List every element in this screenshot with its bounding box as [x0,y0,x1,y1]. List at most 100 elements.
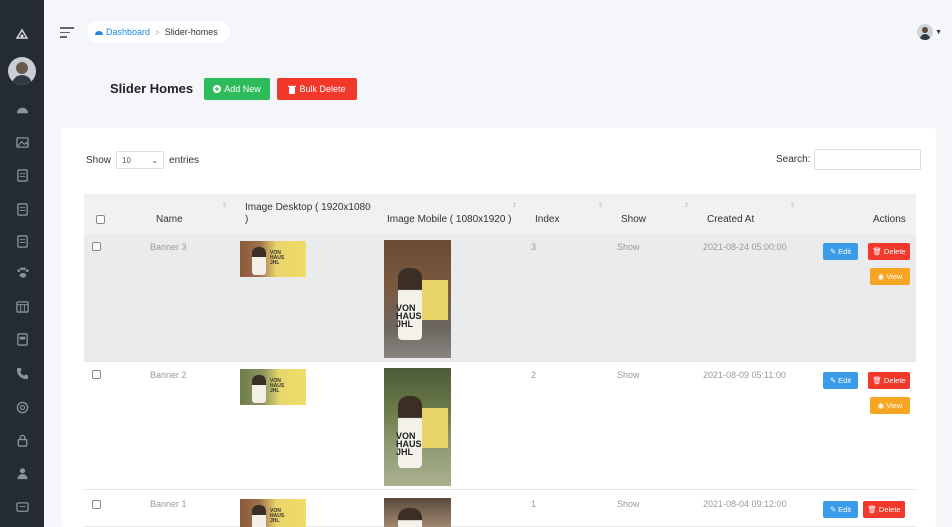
support-icon[interactable] [14,399,30,415]
row-name: Banner 3 [150,242,187,252]
entries-label: entries [169,154,200,166]
delete-button[interactable]: 🗑 Delete [868,243,910,260]
search-label: Search: [776,154,811,165]
row-show: Show [617,499,640,509]
thumb-text: JHL [270,388,280,394]
table-row: Banner 3 VON HAUS JHL VON HAUS JHL 3 Show 20… [84,234,916,362]
table-row: Banner 1 VON HAUS JHL 1 Show 2021-08-04 09… [84,490,916,527]
mobile-image-thumbnail[interactable]: VON HAUS JHL [384,368,451,486]
bulk-delete-button[interactable]: Bulk Delete [277,78,357,100]
select-all-checkbox[interactable] [96,215,105,224]
delete-button[interactable]: 🗑 Delete [868,372,910,389]
edit-icon: ✎ [829,247,837,256]
row-created-at: 2021-08-24 05:00:00 [703,242,787,252]
image-icon[interactable] [14,134,30,150]
view-label: View [886,272,903,281]
column-image-desktop[interactable]: Image Desktop ( 1920x1080 ) [245,202,371,226]
bulk-delete-label: Bulk Delete [299,84,346,94]
entries-value: 10 [122,155,131,165]
breadcrumb-home-link[interactable]: Dashboard [95,27,150,37]
row-checkbox[interactable] [92,242,101,251]
table-row: Banner 2 VON HAUS JHL VON HAUS JHL 2 Show 20… [84,362,916,490]
desktop-image-thumbnail[interactable]: VON HAUS JHL [240,499,306,527]
add-new-button[interactable]: Add New [204,78,270,100]
page-title: Slider Homes [110,81,194,96]
document-icon[interactable] [14,167,30,183]
edit-icon: ✎ [829,376,837,385]
delete-button[interactable]: 🗑 Delete [863,501,905,518]
sort-icon: ⇕ [790,203,796,209]
edit-button[interactable]: ✎ Edit [823,372,858,389]
user-icon[interactable] [14,465,30,481]
file-icon[interactable] [14,331,30,347]
edit-button[interactable]: ✎ Edit [823,243,858,260]
eye-icon: ◉ [877,401,885,410]
desktop-image-thumbnail[interactable]: VON HAUS JHL [240,369,306,405]
column-created-at[interactable]: Created At [707,214,754,226]
search-input[interactable] [814,149,922,170]
edit-button[interactable]: ✎ Edit [823,501,858,518]
row-index: 2 [531,370,537,380]
delete-label: Delete [883,376,906,385]
sidebar-avatar[interactable] [8,57,36,85]
row-name: Banner 1 [150,499,187,509]
message-icon[interactable] [14,499,30,515]
search-box: Search: [776,149,922,170]
entries-select[interactable]: 10 ⌄ [116,151,165,169]
thumb-text: JHL [396,447,414,457]
dashboard-icon[interactable] [14,102,30,118]
trash-icon [288,85,297,94]
thumb-text: JHL [270,260,280,266]
thumb-text: JHL [270,518,280,524]
desktop-image-thumbnail[interactable]: VON HAUS JHL [240,241,306,277]
edit-label: Edit [838,247,852,256]
menu-toggle-icon[interactable] [60,27,74,38]
row-checkbox[interactable] [92,500,101,509]
column-index[interactable]: Index [535,214,559,226]
plus-circle-icon [213,85,222,93]
breadcrumb-home-label: Dashboard [106,27,151,37]
sort-icon: ⇕ [684,203,690,209]
edit-label: Edit [838,376,852,385]
view-label: View [886,401,903,410]
row-created-at: 2021-08-09 05:11:00 [703,370,786,380]
row-name: Banner 2 [150,370,187,380]
breadcrumb-current: Slider-homes [164,27,218,37]
row-show: Show [617,242,640,252]
column-show[interactable]: Show [621,214,646,226]
column-actions: Actions [873,214,906,225]
lock-icon[interactable] [14,432,30,448]
sort-icon: ⇕ [512,203,518,209]
phone-icon[interactable] [14,365,30,381]
entries-length: Show 10 ⌄ entries [86,151,199,169]
document-icon[interactable] [14,233,30,249]
table-header: Name ⇕ Image Desktop ( 1920x1080 ) ⇕ Ima… [84,194,916,234]
row-checkbox[interactable] [92,370,101,379]
view-button[interactable]: ◉ View [870,268,910,285]
trash-icon: 🗑 [872,247,882,256]
add-new-label: Add New [224,84,261,94]
sort-icon: ⇕ [598,203,604,209]
eye-icon: ◉ [877,272,885,281]
edit-label: Edit [838,505,852,514]
mobile-image-thumbnail[interactable]: VON HAUS JHL [384,240,451,358]
row-index: 3 [531,242,537,252]
row-index: 1 [531,499,537,509]
sort-icon: ⇕ [366,203,372,209]
row-show: Show [617,370,640,380]
mobile-image-thumbnail[interactable] [384,498,451,527]
avatar [917,24,934,40]
document-icon[interactable] [14,201,30,217]
view-button[interactable]: ◉ View [870,397,910,414]
delete-label: Delete [883,247,906,256]
column-name[interactable]: Name [156,214,183,226]
calendar-icon[interactable] [14,298,30,314]
chevron-down-icon: ⌄ [151,155,159,165]
logo-icon[interactable] [11,26,33,42]
delete-label: Delete [878,505,901,514]
sidebar [0,0,44,527]
paw-icon[interactable] [14,264,30,280]
edit-icon: ✎ [829,505,837,514]
column-image-mobile[interactable]: Image Mobile ( 1080x1920 ) [387,214,512,226]
user-menu[interactable]: ▼ [917,24,942,40]
